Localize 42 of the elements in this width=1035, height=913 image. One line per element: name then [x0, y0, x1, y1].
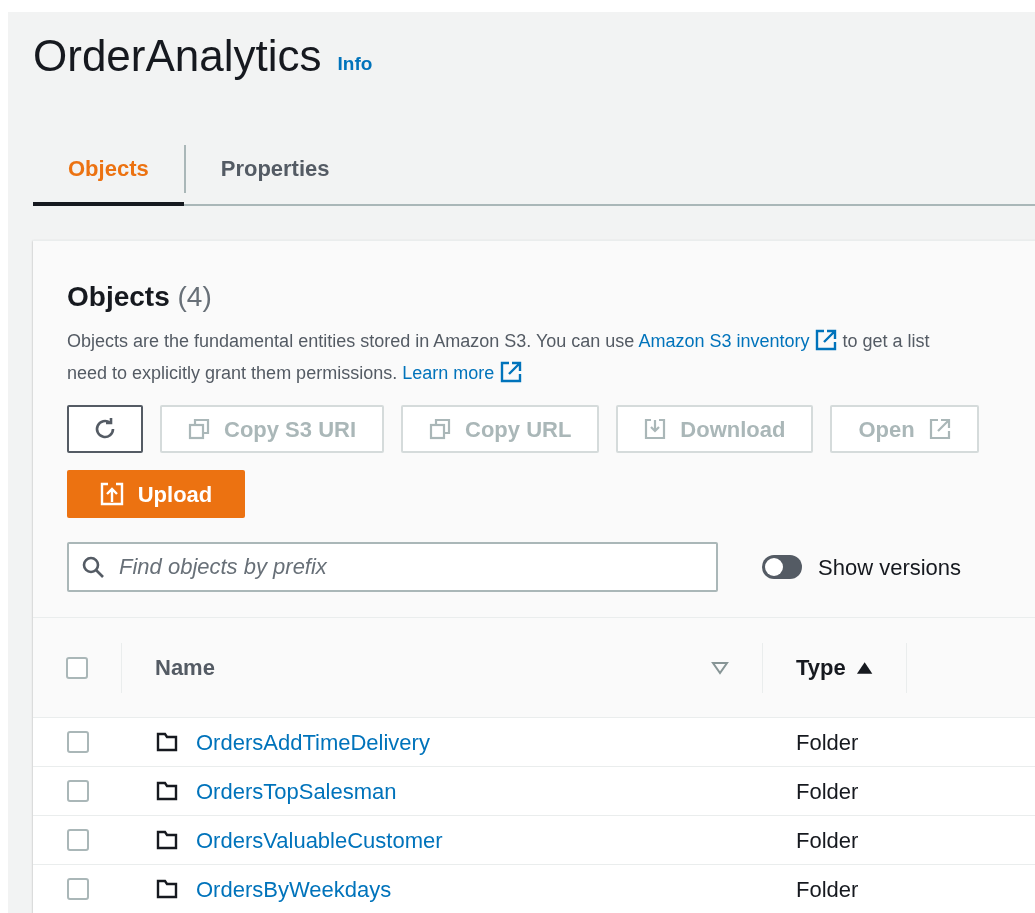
search-field[interactable]: Find objects by prefix: [67, 542, 718, 592]
toggle-label: Show versions: [818, 553, 962, 582]
folder-icon: [156, 732, 178, 752]
checkbox[interactable]: [66, 878, 89, 900]
folder-link[interactable]: OrdersValuableCustomer: [196, 823, 443, 857]
table-cell-text: Folder: [795, 875, 859, 904]
download-icon: [644, 418, 667, 440]
external-link-icon: [928, 418, 951, 440]
column-header[interactable]: Type: [763, 642, 907, 693]
checkbox[interactable]: [66, 780, 89, 802]
description-text: Objects are the fundamental entities stored in Amazon S3. You can use Amazon S3 inventory to get a list: [67, 328, 931, 353]
column-header[interactable]: Name: [122, 642, 763, 693]
external-link-icon: [815, 329, 838, 351]
folder-link[interactable]: OrdersAddTimeDelivery: [196, 725, 430, 759]
tab[interactable]: Properties: [185, 134, 365, 206]
folder-link[interactable]: OrdersByWeekdays: [196, 872, 392, 906]
table-cell-text: Folder: [795, 826, 859, 855]
folder-icon: [156, 830, 178, 850]
copy-icon: [188, 418, 210, 440]
checkbox[interactable]: [66, 656, 88, 679]
table-cell-text: Folder: [795, 777, 859, 806]
upload-icon: [99, 482, 124, 506]
checkbox[interactable]: [66, 829, 89, 851]
sort-ascending-icon: [855, 660, 873, 675]
help-link[interactable]: Amazon S3 inventory: [638, 331, 838, 351]
copy-icon: [429, 418, 452, 440]
folder-link[interactable]: OrdersTopSalesman: [196, 774, 397, 808]
info-link[interactable]: Info: [337, 49, 373, 78]
help-link[interactable]: Learn more: [402, 363, 523, 383]
refresh-button[interactable]: [67, 405, 143, 453]
toggle-switch[interactable]: [762, 555, 802, 579]
page-title: OrderAnalytics: [33, 30, 322, 82]
folder-icon: [156, 781, 178, 801]
table-cell-text: Folder: [795, 728, 859, 757]
panel-heading: Objects (4): [67, 280, 213, 314]
search-icon: [81, 555, 105, 579]
description-text: need to explicitly grant them permissions. Learn more: [67, 357, 1035, 389]
checkbox[interactable]: [66, 731, 89, 753]
folder-icon: [156, 879, 178, 899]
external-link-icon: [500, 361, 523, 383]
caret-down-icon: [711, 660, 729, 675]
upload-button[interactable]: Upload: [67, 470, 245, 518]
